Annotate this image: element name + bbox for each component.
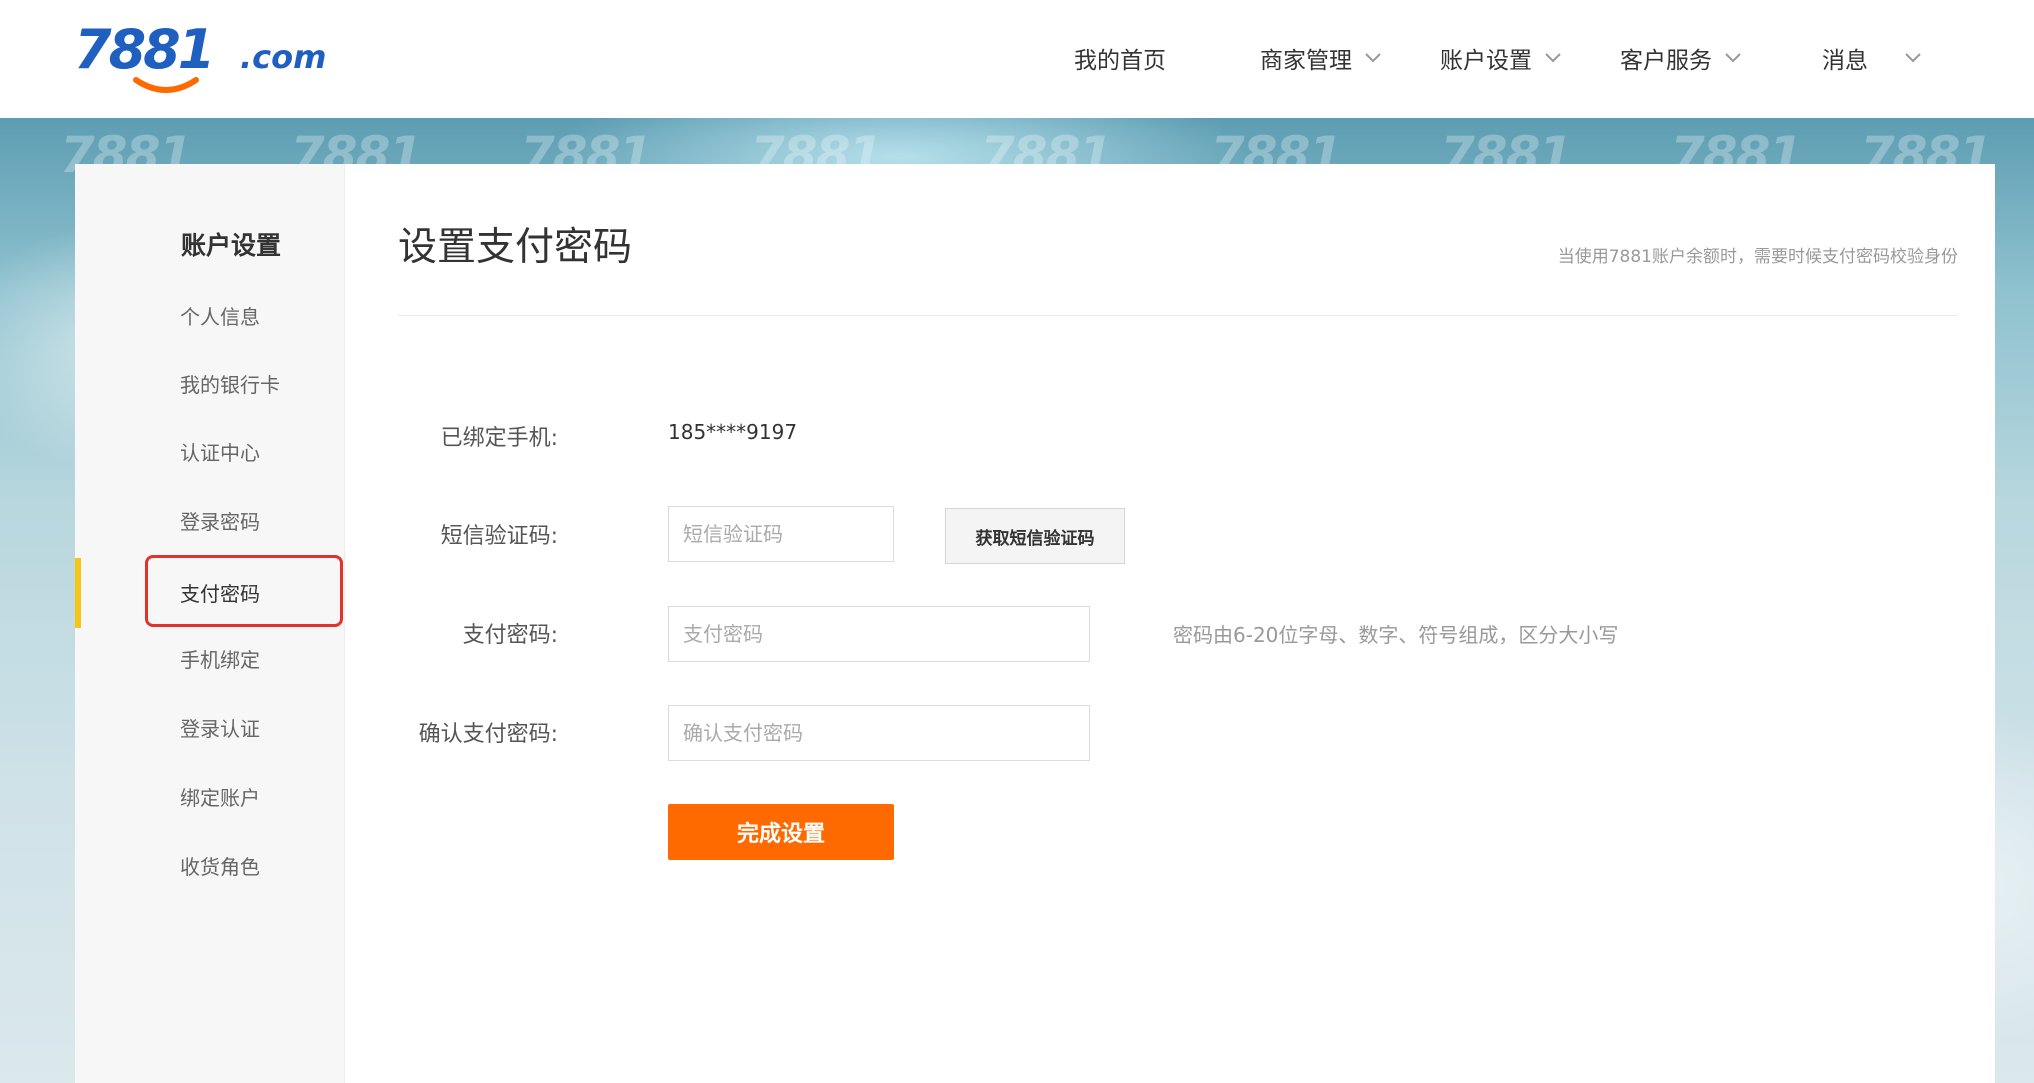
nav-account[interactable]: 账户设置: [1440, 40, 1562, 76]
page-title: 设置支付密码: [398, 225, 633, 270]
top-header: 7881 .com 我的首页 商家管理 账户设置 客户服务 消息: [0, 0, 2034, 118]
get-sms-code-button[interactable]: 获取短信验证码: [945, 508, 1125, 564]
nav-messages[interactable]: 消息: [1822, 40, 1922, 76]
sidebar-item-label: 绑定账户: [180, 785, 260, 810]
page-hint: 当使用7881账户余额时，需要时候支付密码校验身份: [1557, 247, 1958, 267]
chevron-down-icon: [1725, 53, 1741, 63]
chevron-down-icon: [1905, 53, 1921, 63]
nav-merchant[interactable]: 商家管理: [1260, 40, 1382, 76]
sidebar-item-bound-accounts[interactable]: 绑定账户: [75, 763, 345, 829]
nav-home-label: 我的首页: [1074, 48, 1166, 74]
sms-code-input[interactable]: [668, 506, 894, 562]
nav-messages-label: 消息: [1822, 48, 1868, 74]
sidebar-item-receive-role[interactable]: 收货角色: [75, 832, 345, 898]
nav-merchant-label: 商家管理: [1260, 48, 1352, 74]
chevron-down-icon: [1365, 53, 1381, 63]
confirm-password-label: 确认支付密码:: [418, 722, 558, 747]
password-rule-hint: 密码由6-20位字母、数字、符号组成，区分大小写: [1173, 623, 1619, 647]
sidebar-title: 账户设置: [181, 231, 282, 260]
nav-home[interactable]: 我的首页: [1074, 40, 1166, 76]
nav-account-label: 账户设置: [1440, 48, 1532, 74]
nav-service[interactable]: 客户服务: [1620, 40, 1742, 76]
sidebar-item-label: 登录认证: [180, 716, 260, 741]
phone-value: 185****9197: [668, 420, 798, 444]
sidebar: 账户设置 个人信息 我的银行卡 认证中心 登录密码 支付密码 手机绑定 登录认证…: [75, 164, 345, 1083]
sidebar-item-label: 认证中心: [180, 440, 260, 465]
sidebar-item-label: 我的银行卡: [180, 372, 280, 397]
content-area: 设置支付密码 当使用7881账户余额时，需要时候支付密码校验身份 已绑定手机: …: [398, 164, 1958, 1083]
pay-password-label: 支付密码:: [462, 623, 558, 648]
sidebar-item-phone-binding[interactable]: 手机绑定: [75, 625, 345, 691]
sidebar-item-label: 登录密码: [180, 509, 260, 534]
sidebar-item-bank-card[interactable]: 我的银行卡: [75, 350, 345, 416]
nav-service-label: 客户服务: [1620, 48, 1712, 74]
svg-text:.com: .com: [240, 38, 326, 76]
sidebar-item-verification[interactable]: 认证中心: [75, 418, 345, 484]
sidebar-item-profile[interactable]: 个人信息: [75, 282, 345, 348]
sidebar-item-login-auth[interactable]: 登录认证: [75, 694, 345, 760]
svg-text:7881: 7881: [74, 20, 212, 81]
sidebar-item-label: 收货角色: [180, 854, 260, 879]
sms-label: 短信验证码:: [440, 524, 558, 549]
sidebar-item-label: 个人信息: [180, 304, 260, 329]
main-card: 账户设置 个人信息 我的银行卡 认证中心 登录密码 支付密码 手机绑定 登录认证…: [75, 164, 1995, 1083]
sidebar-item-label: 手机绑定: [180, 647, 260, 672]
phone-label: 已绑定手机:: [440, 426, 558, 451]
pay-password-input[interactable]: [668, 606, 1090, 662]
logo-icon: 7881 .com: [74, 18, 326, 93]
chevron-down-icon: [1545, 53, 1561, 63]
sidebar-item-login-password[interactable]: 登录密码: [75, 487, 345, 553]
complete-setup-button[interactable]: 完成设置: [668, 804, 894, 860]
confirm-password-input[interactable]: [668, 705, 1090, 761]
site-logo[interactable]: 7881 .com: [74, 18, 344, 98]
selection-highlight: [145, 555, 343, 627]
title-divider: [398, 315, 1958, 316]
